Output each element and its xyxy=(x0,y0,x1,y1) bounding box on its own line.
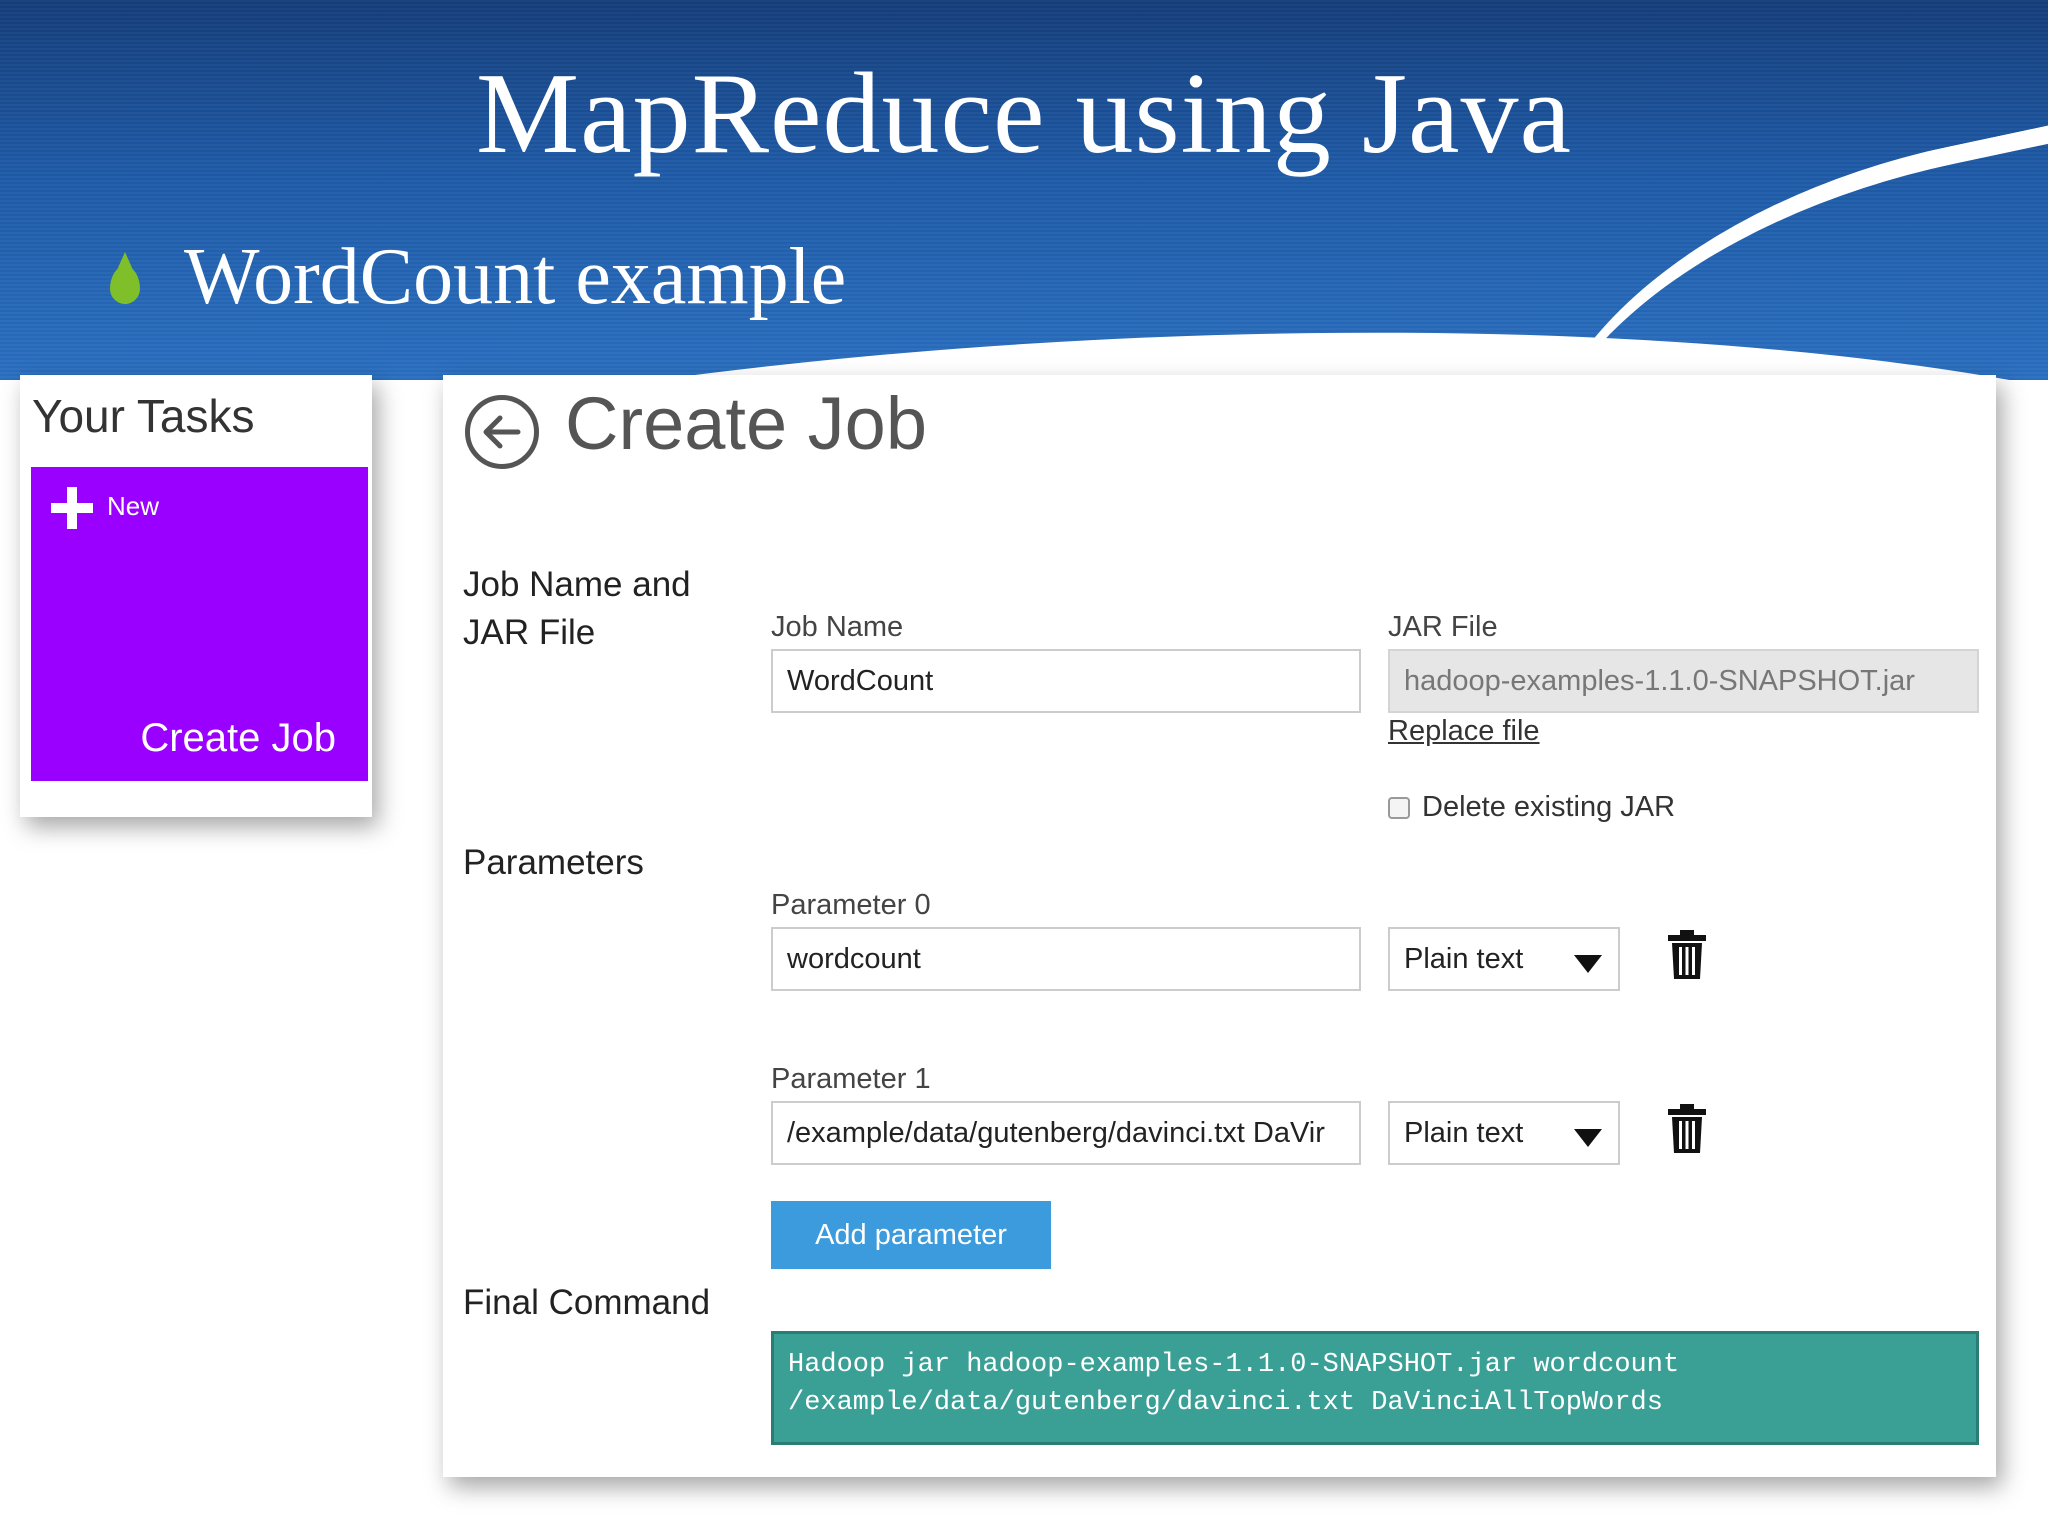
tile-label: Create Job xyxy=(140,716,336,760)
chevron-down-icon xyxy=(1574,955,1602,973)
jar-file-field xyxy=(1388,649,1979,713)
trash-icon[interactable] xyxy=(1667,930,1707,980)
parameter-type-select[interactable]: Plain text xyxy=(1388,1101,1620,1165)
parameter-type-select[interactable]: Plain text xyxy=(1388,927,1620,991)
section-parameters-label: Parameters xyxy=(463,843,644,882)
back-arrow-circle-icon[interactable] xyxy=(465,395,539,469)
tasks-panel-title: Your Tasks xyxy=(32,390,255,442)
bullet-text: WordCount example xyxy=(184,233,847,321)
trash-icon[interactable] xyxy=(1667,1104,1707,1154)
final-command-box: Hadoop jar hadoop-examples-1.1.0-SNAPSHO… xyxy=(771,1331,1979,1445)
job-name-label: Job Name xyxy=(771,611,904,643)
slide-bullet: WordCount example xyxy=(110,232,846,323)
parameter-label: Parameter 1 xyxy=(771,1063,931,1095)
delete-jar-checkbox[interactable] xyxy=(1388,797,1410,819)
parameter-input[interactable] xyxy=(771,927,1361,991)
parameter-type-value: Plain text xyxy=(1404,943,1524,975)
add-parameter-button[interactable]: Add parameter xyxy=(771,1201,1051,1269)
final-command-line: Hadoop jar hadoop-examples-1.1.0-SNAPSHO… xyxy=(788,1350,1680,1380)
section-job-name-jar-label: Job Name and JAR File xyxy=(463,565,691,652)
droplet-bullet-icon xyxy=(110,251,140,304)
chevron-down-icon xyxy=(1574,1129,1602,1147)
final-command-line: /example/data/gutenberg/davinci.txt DaVi… xyxy=(788,1388,1663,1418)
page-title: Create Job xyxy=(565,382,927,465)
parameter-type-value: Plain text xyxy=(1404,1117,1524,1149)
jar-file-label: JAR File xyxy=(1388,611,1498,643)
section-final-command-label: Final Command xyxy=(463,1283,711,1322)
parameter-label: Parameter 0 xyxy=(771,889,931,921)
create-job-panel: Create Job Job Name and JAR File Job Nam… xyxy=(443,375,1996,1477)
create-job-tile[interactable]: New Create Job xyxy=(31,467,368,781)
slide-title: MapReduce using Java xyxy=(476,50,1572,178)
replace-file-link[interactable]: Replace file xyxy=(1388,715,1540,748)
your-tasks-panel: Your Tasks New Create Job xyxy=(20,375,372,817)
tile-new-label: New xyxy=(107,491,160,521)
plus-icon xyxy=(51,487,93,529)
delete-jar-label: Delete existing JAR xyxy=(1422,791,1676,823)
job-name-input[interactable] xyxy=(771,649,1361,713)
parameter-input[interactable] xyxy=(771,1101,1361,1165)
